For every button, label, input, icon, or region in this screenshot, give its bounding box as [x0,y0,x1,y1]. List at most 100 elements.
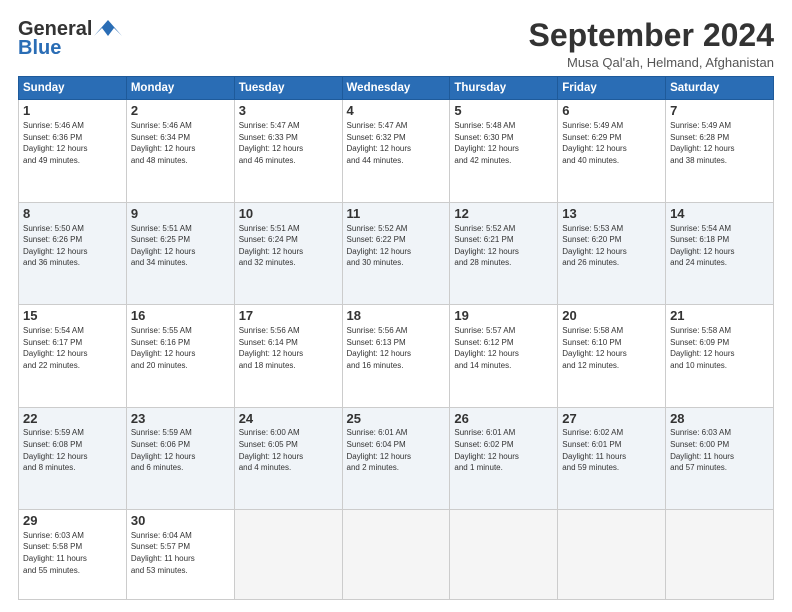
day-number: 13 [562,206,661,223]
table-row [342,510,450,600]
day-number: 18 [347,308,446,325]
day-number: 1 [23,103,122,120]
day-info: Sunrise: 5:52 AM Sunset: 6:22 PM Dayligh… [347,223,446,269]
weekday-header-row: Sunday Monday Tuesday Wednesday Thursday… [19,77,774,100]
day-number: 24 [239,411,338,428]
day-info: Sunrise: 5:54 AM Sunset: 6:17 PM Dayligh… [23,325,122,371]
day-info: Sunrise: 6:04 AM Sunset: 5:57 PM Dayligh… [131,530,230,576]
table-row: 9Sunrise: 5:51 AM Sunset: 6:25 PM Daylig… [126,202,234,304]
table-row: 27Sunrise: 6:02 AM Sunset: 6:01 PM Dayli… [558,407,666,509]
day-info: Sunrise: 5:58 AM Sunset: 6:09 PM Dayligh… [670,325,769,371]
location: Musa Qal'ah, Helmand, Afghanistan [529,55,774,70]
calendar-week-row: 29Sunrise: 6:03 AM Sunset: 5:58 PM Dayli… [19,510,774,600]
table-row: 4Sunrise: 5:47 AM Sunset: 6:32 PM Daylig… [342,100,450,202]
header: General Blue September 2024 Musa Qal'ah,… [18,18,774,70]
table-row: 13Sunrise: 5:53 AM Sunset: 6:20 PM Dayli… [558,202,666,304]
logo-icon [94,18,122,40]
day-number: 9 [131,206,230,223]
calendar-week-row: 8Sunrise: 5:50 AM Sunset: 6:26 PM Daylig… [19,202,774,304]
table-row: 1Sunrise: 5:46 AM Sunset: 6:36 PM Daylig… [19,100,127,202]
table-row [450,510,558,600]
day-info: Sunrise: 5:56 AM Sunset: 6:13 PM Dayligh… [347,325,446,371]
table-row: 5Sunrise: 5:48 AM Sunset: 6:30 PM Daylig… [450,100,558,202]
day-info: Sunrise: 5:48 AM Sunset: 6:30 PM Dayligh… [454,120,553,166]
day-info: Sunrise: 5:47 AM Sunset: 6:32 PM Dayligh… [347,120,446,166]
day-info: Sunrise: 5:46 AM Sunset: 6:36 PM Dayligh… [23,120,122,166]
calendar-week-row: 1Sunrise: 5:46 AM Sunset: 6:36 PM Daylig… [19,100,774,202]
day-number: 28 [670,411,769,428]
table-row: 24Sunrise: 6:00 AM Sunset: 6:05 PM Dayli… [234,407,342,509]
day-info: Sunrise: 6:02 AM Sunset: 6:01 PM Dayligh… [562,427,661,473]
table-row: 16Sunrise: 5:55 AM Sunset: 6:16 PM Dayli… [126,305,234,407]
day-info: Sunrise: 5:51 AM Sunset: 6:24 PM Dayligh… [239,223,338,269]
table-row: 8Sunrise: 5:50 AM Sunset: 6:26 PM Daylig… [19,202,127,304]
col-wednesday: Wednesday [342,77,450,100]
table-row: 26Sunrise: 6:01 AM Sunset: 6:02 PM Dayli… [450,407,558,509]
table-row [666,510,774,600]
day-info: Sunrise: 6:01 AM Sunset: 6:02 PM Dayligh… [454,427,553,473]
table-row: 21Sunrise: 5:58 AM Sunset: 6:09 PM Dayli… [666,305,774,407]
day-number: 16 [131,308,230,325]
day-number: 30 [131,513,230,530]
day-number: 4 [347,103,446,120]
table-row: 18Sunrise: 5:56 AM Sunset: 6:13 PM Dayli… [342,305,450,407]
col-tuesday: Tuesday [234,77,342,100]
day-number: 10 [239,206,338,223]
table-row: 10Sunrise: 5:51 AM Sunset: 6:24 PM Dayli… [234,202,342,304]
table-row: 11Sunrise: 5:52 AM Sunset: 6:22 PM Dayli… [342,202,450,304]
day-info: Sunrise: 5:54 AM Sunset: 6:18 PM Dayligh… [670,223,769,269]
calendar-week-row: 15Sunrise: 5:54 AM Sunset: 6:17 PM Dayli… [19,305,774,407]
col-friday: Friday [558,77,666,100]
table-row: 6Sunrise: 5:49 AM Sunset: 6:29 PM Daylig… [558,100,666,202]
day-info: Sunrise: 5:49 AM Sunset: 6:28 PM Dayligh… [670,120,769,166]
table-row: 23Sunrise: 5:59 AM Sunset: 6:06 PM Dayli… [126,407,234,509]
day-info: Sunrise: 5:55 AM Sunset: 6:16 PM Dayligh… [131,325,230,371]
calendar-week-row: 22Sunrise: 5:59 AM Sunset: 6:08 PM Dayli… [19,407,774,509]
day-info: Sunrise: 5:50 AM Sunset: 6:26 PM Dayligh… [23,223,122,269]
col-monday: Monday [126,77,234,100]
day-number: 23 [131,411,230,428]
table-row: 15Sunrise: 5:54 AM Sunset: 6:17 PM Dayli… [19,305,127,407]
month-title: September 2024 [529,18,774,53]
logo-blue: Blue [18,37,61,60]
day-info: Sunrise: 5:51 AM Sunset: 6:25 PM Dayligh… [131,223,230,269]
table-row [234,510,342,600]
table-row: 17Sunrise: 5:56 AM Sunset: 6:14 PM Dayli… [234,305,342,407]
day-info: Sunrise: 5:46 AM Sunset: 6:34 PM Dayligh… [131,120,230,166]
day-info: Sunrise: 6:01 AM Sunset: 6:04 PM Dayligh… [347,427,446,473]
table-row: 14Sunrise: 5:54 AM Sunset: 6:18 PM Dayli… [666,202,774,304]
day-number: 20 [562,308,661,325]
table-row: 22Sunrise: 5:59 AM Sunset: 6:08 PM Dayli… [19,407,127,509]
day-number: 17 [239,308,338,325]
day-number: 26 [454,411,553,428]
table-row: 20Sunrise: 5:58 AM Sunset: 6:10 PM Dayli… [558,305,666,407]
day-info: Sunrise: 5:57 AM Sunset: 6:12 PM Dayligh… [454,325,553,371]
col-sunday: Sunday [19,77,127,100]
day-number: 6 [562,103,661,120]
day-number: 29 [23,513,122,530]
table-row: 2Sunrise: 5:46 AM Sunset: 6:34 PM Daylig… [126,100,234,202]
table-row: 28Sunrise: 6:03 AM Sunset: 6:00 PM Dayli… [666,407,774,509]
day-number: 15 [23,308,122,325]
title-block: September 2024 Musa Qal'ah, Helmand, Afg… [529,18,774,70]
day-info: Sunrise: 5:49 AM Sunset: 6:29 PM Dayligh… [562,120,661,166]
day-info: Sunrise: 6:03 AM Sunset: 5:58 PM Dayligh… [23,530,122,576]
col-thursday: Thursday [450,77,558,100]
day-info: Sunrise: 6:00 AM Sunset: 6:05 PM Dayligh… [239,427,338,473]
table-row: 7Sunrise: 5:49 AM Sunset: 6:28 PM Daylig… [666,100,774,202]
day-number: 22 [23,411,122,428]
day-info: Sunrise: 5:52 AM Sunset: 6:21 PM Dayligh… [454,223,553,269]
day-number: 14 [670,206,769,223]
day-number: 25 [347,411,446,428]
day-info: Sunrise: 5:58 AM Sunset: 6:10 PM Dayligh… [562,325,661,371]
day-info: Sunrise: 5:53 AM Sunset: 6:20 PM Dayligh… [562,223,661,269]
day-info: Sunrise: 6:03 AM Sunset: 6:00 PM Dayligh… [670,427,769,473]
table-row: 19Sunrise: 5:57 AM Sunset: 6:12 PM Dayli… [450,305,558,407]
day-number: 12 [454,206,553,223]
table-row [558,510,666,600]
day-info: Sunrise: 5:56 AM Sunset: 6:14 PM Dayligh… [239,325,338,371]
day-number: 27 [562,411,661,428]
day-number: 7 [670,103,769,120]
day-number: 21 [670,308,769,325]
table-row: 3Sunrise: 5:47 AM Sunset: 6:33 PM Daylig… [234,100,342,202]
